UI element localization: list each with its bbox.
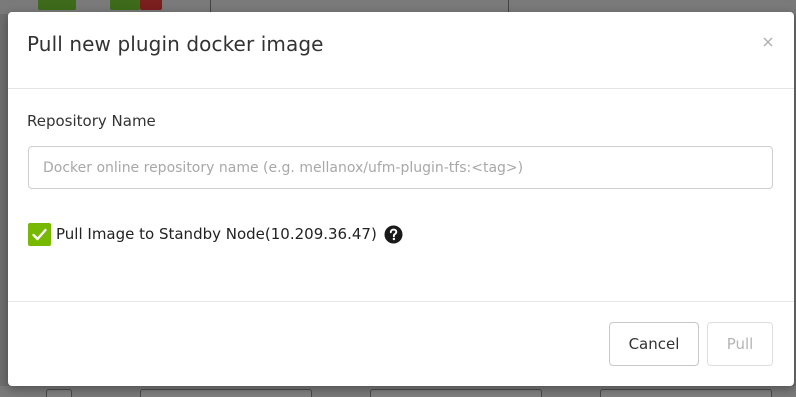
question-circle-icon <box>384 225 403 243</box>
repository-name-input[interactable] <box>28 146 773 189</box>
checkmark-icon <box>32 228 47 240</box>
help-button[interactable] <box>384 225 403 244</box>
background-status-block <box>110 0 140 10</box>
close-icon <box>763 37 773 47</box>
repository-name-label: Repository Name <box>27 112 156 130</box>
pull-to-standby-checkbox[interactable] <box>28 222 51 246</box>
dialog-footer: Cancel Pull <box>8 301 794 387</box>
background-status-block <box>38 0 76 10</box>
background-alert-block <box>140 0 162 10</box>
background-filter-cell <box>370 389 542 397</box>
background-table-filter-row <box>0 386 796 397</box>
dialog-header: Pull new plugin docker image <box>8 12 794 89</box>
pull-button[interactable]: Pull <box>707 322 773 366</box>
standby-node-option: Pull Image to Standby Node(10.209.36.47) <box>28 222 403 246</box>
cancel-button[interactable]: Cancel <box>609 322 699 366</box>
background-filter-cell <box>140 389 312 397</box>
background-filter-cell <box>46 389 72 397</box>
background-filter-cell <box>600 389 772 397</box>
pull-image-dialog: Pull new plugin docker image Repository … <box>8 12 794 386</box>
pull-to-standby-label[interactable]: Pull Image to Standby Node(10.209.36.47) <box>56 225 377 243</box>
dialog-title: Pull new plugin docker image <box>27 32 324 56</box>
dialog-body: Repository Name Pull Image to Standby No… <box>8 89 794 301</box>
close-button[interactable] <box>760 34 776 50</box>
